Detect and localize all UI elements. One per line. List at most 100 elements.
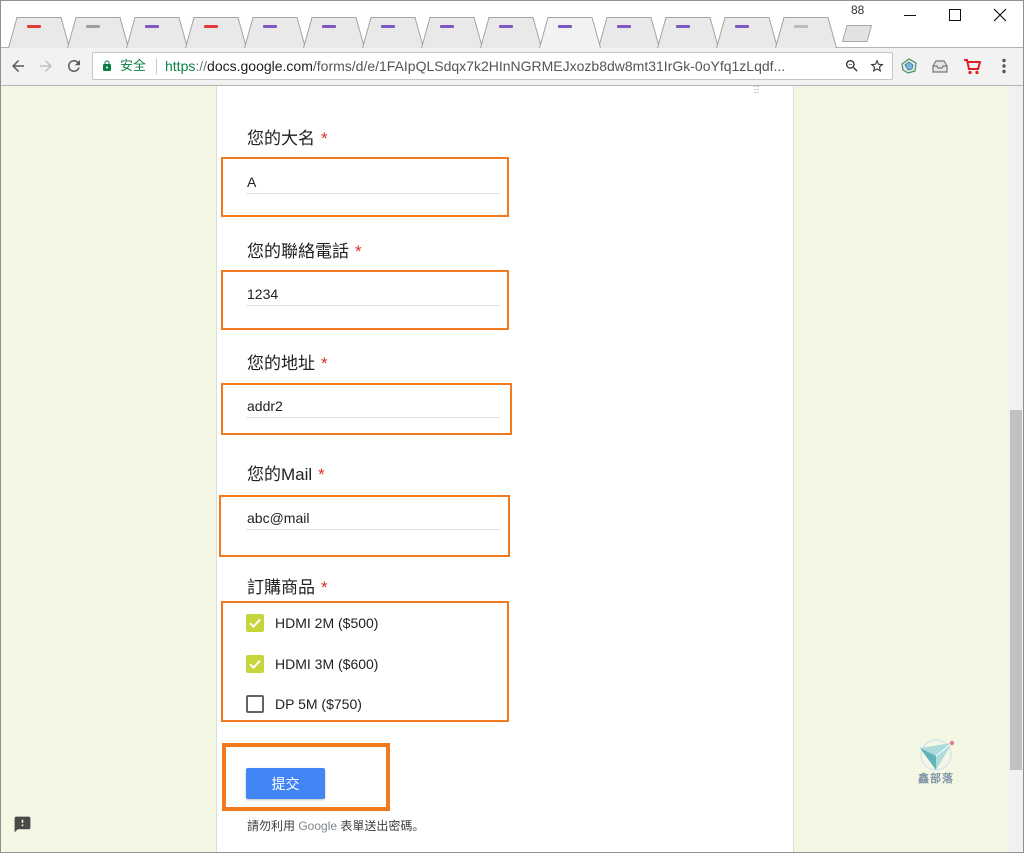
required-asterisk: * (318, 465, 325, 484)
back-arrow-icon[interactable] (9, 57, 27, 75)
mail-input[interactable] (246, 507, 500, 530)
forms-favicon-icon (617, 25, 631, 28)
phone-question-label: 您的聯絡電話 * (247, 242, 362, 262)
forward-arrow-icon[interactable] (37, 57, 55, 75)
minimize-icon[interactable] (902, 7, 918, 23)
extension-gem-icon[interactable] (900, 57, 918, 75)
reload-icon[interactable] (65, 57, 83, 75)
browser-tab[interactable] (67, 17, 129, 48)
tab-outline (185, 17, 247, 48)
site-favicon-icon (27, 25, 41, 28)
tab-outline (362, 17, 424, 48)
question-title: 訂購商品 (247, 578, 315, 597)
url-text[interactable]: https://docs.google.com/forms/d/e/1FAIpQ… (165, 57, 837, 75)
question-title: 您的聯絡電話 (247, 242, 349, 261)
tab-shape (362, 17, 424, 48)
browser-tab[interactable] (598, 17, 660, 48)
tab-shape (67, 17, 129, 48)
site-favicon-icon (794, 25, 808, 28)
browser-tab[interactable] (421, 17, 483, 48)
google-brand-text: Google (298, 819, 338, 833)
extension-cart-icon[interactable] (963, 57, 981, 75)
footer-prefix: 請勿利用 (247, 819, 299, 833)
tab-shape (303, 17, 365, 48)
browser-tab[interactable] (362, 17, 424, 48)
product-option-hdmi-3m[interactable]: HDMI 3M ($600) (246, 655, 496, 673)
scrollbar-thumb[interactable] (1010, 410, 1022, 770)
new-tab-button[interactable] (842, 25, 872, 42)
secure-label[interactable]: 安全 (120, 58, 146, 74)
watermark-text: 鑫部落 (918, 773, 954, 785)
tab-shape (657, 17, 719, 48)
browser-tab[interactable] (657, 17, 719, 48)
checkbox[interactable] (246, 695, 264, 713)
maximize-icon[interactable] (947, 7, 963, 23)
feedback-icon[interactable] (13, 815, 32, 834)
url-host: docs.google.com (207, 58, 313, 74)
checkmark-icon (249, 618, 261, 629)
browser-tab[interactable] (480, 17, 542, 48)
required-asterisk: * (321, 354, 328, 373)
browser-tab[interactable] (8, 17, 70, 48)
menu-dots-icon[interactable] (999, 57, 1009, 75)
grip-icon (754, 86, 759, 93)
tab-outline (539, 17, 601, 48)
forms-favicon-icon (558, 25, 572, 28)
product-option-dp-5m[interactable]: DP 5M ($750) (246, 695, 496, 713)
address-question-label: 您的地址 * (247, 354, 328, 374)
tab-shape (775, 17, 837, 48)
forms-favicon-icon (381, 25, 395, 28)
star-icon[interactable] (869, 58, 885, 74)
tab-shape (539, 17, 601, 48)
address-input[interactable] (246, 395, 500, 418)
checkbox[interactable] (246, 655, 264, 673)
products-question-label: 訂購商品 * (247, 578, 328, 598)
submit-button[interactable]: 提交 (246, 768, 325, 799)
option-label: DP 5M ($750) (275, 696, 362, 712)
omnibox-divider (156, 58, 157, 74)
mail-question-label: 您的Mail * (247, 465, 325, 485)
footer-suffix: 表單送出密碼。 (337, 819, 425, 833)
forms-favicon-icon (676, 25, 690, 28)
tab-outline (244, 17, 306, 48)
tab-shape (185, 17, 247, 48)
browser-tab[interactable] (716, 17, 778, 48)
site-favicon-icon (204, 25, 218, 28)
url-path: /forms/d/e/1FAIpQLSdqx7k2HInNGRMEJxozb8d… (312, 58, 786, 74)
name-input[interactable] (246, 171, 500, 194)
tab-outline (421, 17, 483, 48)
checkbox[interactable] (246, 614, 264, 632)
tab-outline (657, 17, 719, 48)
browser-tab-active[interactable] (539, 17, 601, 48)
zoom-out-icon[interactable] (844, 58, 860, 74)
url-separator: :// (195, 58, 208, 74)
required-asterisk: * (321, 578, 328, 597)
tab-shape (480, 17, 542, 48)
name-question-label: 您的大名 * (247, 129, 328, 149)
tab-shape (598, 17, 660, 48)
site-favicon-icon (86, 25, 100, 28)
question-title: 您的地址 (247, 354, 315, 373)
browser-tab[interactable] (126, 17, 188, 48)
tab-shape (126, 17, 188, 48)
checkmark-icon (249, 659, 261, 670)
tab-shape (8, 17, 70, 48)
tab-outline (67, 17, 129, 48)
product-option-hdmi-2m[interactable]: HDMI 2M ($500) (246, 614, 496, 632)
tab-shape (716, 17, 778, 48)
forms-favicon-icon (263, 25, 277, 28)
browser-tab[interactable] (775, 17, 837, 48)
url-scheme: https (165, 58, 196, 74)
browser-tab[interactable] (303, 17, 365, 48)
extension-inbox-icon[interactable] (931, 57, 949, 75)
phone-input[interactable] (246, 283, 500, 306)
browser-tab[interactable] (185, 17, 247, 48)
browser-tab[interactable] (244, 17, 306, 48)
lock-icon[interactable] (101, 59, 113, 73)
watermark-logo: 鑫部落 (912, 738, 960, 788)
tab-outline (480, 17, 542, 48)
paper-plane-logo-icon (920, 739, 955, 771)
forms-favicon-icon (440, 25, 454, 28)
tab-outline (303, 17, 365, 48)
close-icon[interactable] (992, 7, 1008, 23)
